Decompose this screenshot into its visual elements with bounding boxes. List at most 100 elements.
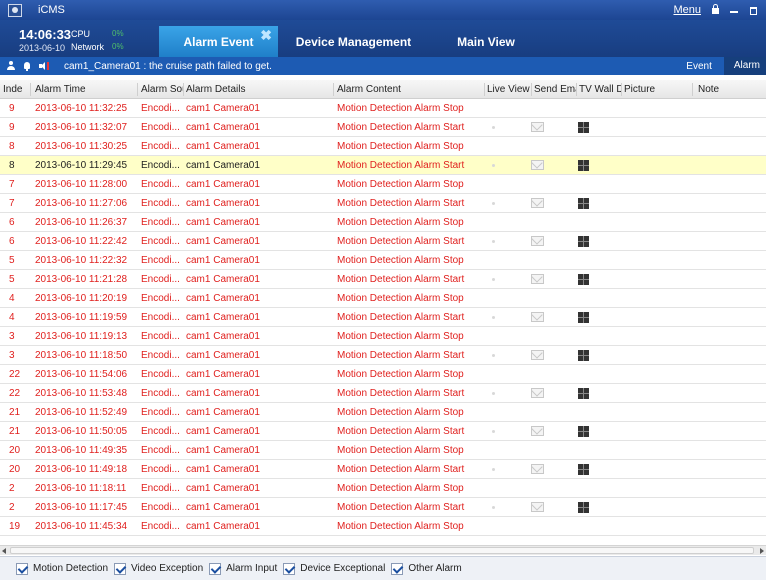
tv-wall-icon[interactable] — [578, 236, 589, 247]
scrollbar-thumb[interactable] — [10, 547, 754, 554]
tv-wall-icon[interactable] — [578, 160, 589, 171]
table-row[interactable]: 9 2013-06-10 11:32:25 Encodi... cam1 Camera… — [0, 99, 766, 118]
send-email-icon[interactable] — [531, 464, 544, 474]
live-view-icon[interactable] — [492, 202, 495, 205]
table-row[interactable]: 4 2013-06-10 11:20:19 Encodi... cam1 Camera… — [0, 289, 766, 308]
cell-alarm-content: Motion Detection Alarm Start — [337, 388, 465, 399]
table-row[interactable]: 3 2013-06-10 11:19:13 Encodi... cam1 Camera… — [0, 327, 766, 346]
tab-alarm-event[interactable]: Alarm Event ✖ — [159, 26, 278, 57]
tv-wall-icon[interactable] — [578, 502, 589, 513]
live-view-icon[interactable] — [492, 468, 495, 471]
table-row[interactable]: 2 2013-06-10 11:18:11 Encodi... cam1 Camera… — [0, 479, 766, 498]
header-live-view[interactable]: Live View — [487, 80, 530, 99]
live-view-icon[interactable] — [492, 126, 495, 129]
table-row[interactable]: 22 2013-06-10 11:53:48 Encodi... cam1 Camer… — [0, 384, 766, 403]
restore-icon[interactable] — [748, 5, 758, 15]
alarm-button[interactable]: Alarm — [723, 57, 766, 75]
tv-wall-icon[interactable] — [578, 464, 589, 475]
table-row[interactable]: 3 2013-06-10 11:18:50 Encodi... cam1 Camera… — [0, 346, 766, 365]
filter-other-alarm[interactable]: Other Alarm — [391, 562, 462, 575]
cell-alarm-source: Encodi... — [141, 350, 180, 361]
table-row[interactable]: 5 2013-06-10 11:21:28 Encodi... cam1 Camera… — [0, 270, 766, 289]
checkbox[interactable] — [114, 562, 127, 575]
tv-wall-icon[interactable] — [578, 198, 589, 209]
tv-wall-icon[interactable] — [578, 350, 589, 361]
cell-alarm-details: cam1 Camera01 — [186, 160, 260, 171]
bell-icon[interactable] — [22, 61, 32, 71]
send-email-icon[interactable] — [531, 236, 544, 246]
live-view-icon[interactable] — [492, 392, 495, 395]
speaker-mute-icon[interactable] — [38, 61, 49, 71]
person-icon[interactable] — [6, 61, 16, 71]
table-row[interactable]: 21 2013-06-10 11:52:49 Encodi... cam1 Camer… — [0, 403, 766, 422]
send-email-icon[interactable] — [531, 388, 544, 398]
send-email-icon[interactable] — [531, 160, 544, 170]
scroll-left-icon[interactable] — [2, 548, 6, 554]
tv-wall-icon[interactable] — [578, 274, 589, 285]
tab-main-view[interactable]: Main View — [441, 26, 531, 57]
live-view-icon[interactable] — [492, 164, 495, 167]
table-row[interactable]: 8 2013-06-10 11:30:25 Encodi... cam1 Camera… — [0, 137, 766, 156]
filter-alarm-input[interactable]: Alarm Input — [209, 562, 277, 575]
header-alarm-time[interactable]: Alarm Time — [35, 80, 138, 99]
send-email-icon[interactable] — [531, 426, 544, 436]
header-note[interactable]: Note — [698, 80, 758, 99]
header-picture[interactable]: Picture — [624, 80, 694, 99]
table-row[interactable]: 5 2013-06-10 11:22:32 Encodi... cam1 Camera… — [0, 251, 766, 270]
menu-button[interactable]: Menu — [673, 4, 701, 16]
table-row[interactable]: 6 2013-06-10 11:26:37 Encodi... cam1 Camera… — [0, 213, 766, 232]
send-email-icon[interactable] — [531, 312, 544, 322]
table-row[interactable]: 7 2013-06-10 11:27:06 Encodi... cam1 Camera… — [0, 194, 766, 213]
live-view-icon[interactable] — [492, 316, 495, 319]
header-send-email[interactable]: Send Ema — [534, 80, 576, 99]
filter-video-exception[interactable]: Video Exception — [114, 562, 203, 575]
tab-device-management[interactable]: Device Management — [281, 26, 426, 57]
table-row[interactable]: 6 2013-06-10 11:22:42 Encodi... cam1 Camera… — [0, 232, 766, 251]
header-alarm-source[interactable]: Alarm Sou — [141, 80, 183, 99]
checkbox[interactable] — [209, 562, 222, 575]
cell-alarm-source: Encodi... — [141, 502, 180, 513]
checkbox[interactable] — [16, 562, 28, 575]
header-tv-wall[interactable]: TV Wall Di — [579, 80, 621, 99]
checkbox[interactable] — [283, 562, 296, 575]
cell-index: 3 — [9, 331, 15, 342]
table-row[interactable]: 20 2013-06-10 11:49:35 Encodi... cam1 Camer… — [0, 441, 766, 460]
table-row[interactable]: 21 2013-06-10 11:50:05 Encodi... cam1 Camer… — [0, 422, 766, 441]
filter-motion-detection[interactable]: Motion Detection — [16, 562, 109, 575]
close-icon[interactable]: ✖ — [260, 28, 272, 42]
send-email-icon[interactable] — [531, 122, 544, 132]
live-view-icon[interactable] — [492, 354, 495, 357]
table-row[interactable]: 19 2013-06-10 11:45:34 Encodi... cam1 Camer… — [0, 517, 766, 536]
live-view-icon[interactable] — [492, 430, 495, 433]
horizontal-scrollbar[interactable] — [0, 545, 766, 555]
tv-wall-icon[interactable] — [578, 388, 589, 399]
table-row[interactable]: 20 2013-06-10 11:49:18 Encodi... cam1 Camer… — [0, 460, 766, 479]
tv-wall-icon[interactable] — [578, 312, 589, 323]
send-email-icon[interactable] — [531, 350, 544, 360]
live-view-icon[interactable] — [492, 506, 495, 509]
header-alarm-details[interactable]: Alarm Details — [186, 80, 331, 99]
table-row[interactable]: 8 2013-06-10 11:29:45 Encodi... cam1 Camera… — [0, 156, 766, 175]
tv-wall-icon[interactable] — [578, 122, 589, 133]
tab-label: Alarm Event — [183, 34, 254, 49]
tv-wall-icon[interactable] — [578, 426, 589, 437]
minimize-icon[interactable] — [729, 5, 739, 15]
send-email-icon[interactable] — [531, 502, 544, 512]
header-index[interactable]: Inde — [3, 80, 33, 99]
event-button[interactable]: Event — [674, 61, 724, 72]
send-email-icon[interactable] — [531, 198, 544, 208]
table-row[interactable]: 7 2013-06-10 11:28:00 Encodi... cam1 Camera… — [0, 175, 766, 194]
lock-icon[interactable] — [710, 4, 720, 15]
table-row[interactable]: 4 2013-06-10 11:19:59 Encodi... cam1 Camera… — [0, 308, 766, 327]
filter-device-exceptional[interactable]: Device Exceptional — [283, 562, 385, 575]
checkbox[interactable] — [391, 562, 404, 575]
live-view-icon[interactable] — [492, 278, 495, 281]
table-row[interactable]: 2 2013-06-10 11:17:45 Encodi... cam1 Camera… — [0, 498, 766, 517]
live-view-icon[interactable] — [492, 240, 495, 243]
table-row[interactable]: 9 2013-06-10 11:32:07 Encodi... cam1 Camera… — [0, 118, 766, 137]
send-email-icon[interactable] — [531, 274, 544, 284]
table-row[interactable]: 22 2013-06-10 11:54:06 Encodi... cam1 Camer… — [0, 365, 766, 384]
header-alarm-content[interactable]: Alarm Content — [337, 80, 483, 99]
scroll-right-icon[interactable] — [760, 548, 764, 554]
filter-label: Motion Detection — [33, 563, 109, 574]
